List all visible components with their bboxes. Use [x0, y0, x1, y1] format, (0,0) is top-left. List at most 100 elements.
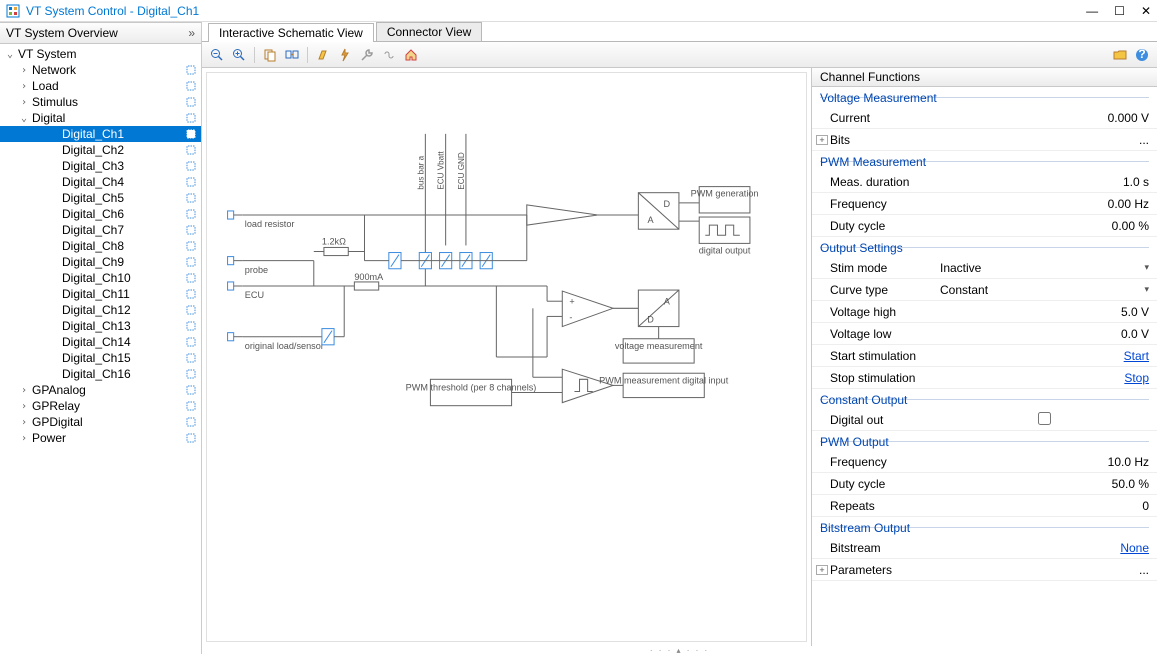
- module-indicator-icon: [185, 384, 197, 396]
- tree-spacer: ·: [48, 177, 60, 188]
- row-repeats[interactable]: Repeats0: [812, 495, 1157, 517]
- tree-item-digital-ch16[interactable]: ·Digital_Ch16: [0, 366, 201, 382]
- group-pwm-output: PWM Output: [812, 431, 1157, 451]
- zoom-out-icon[interactable]: [208, 46, 226, 64]
- tree-item-gpdigital[interactable]: ›GPDigital: [0, 414, 201, 430]
- tree-item-digital-ch3[interactable]: ·Digital_Ch3: [0, 158, 201, 174]
- zoom-in-icon[interactable]: [230, 46, 248, 64]
- row-out-frequency[interactable]: Frequency10.0 Hz: [812, 451, 1157, 473]
- chevron-right-icon[interactable]: ›: [18, 97, 30, 108]
- chevron-down-icon[interactable]: ⌄: [4, 49, 16, 60]
- svg-text:+: +: [569, 296, 574, 306]
- tab-connector-view[interactable]: Connector View: [376, 22, 483, 41]
- group-output-settings: Output Settings: [812, 237, 1157, 257]
- chevron-right-icon[interactable]: ›: [18, 417, 30, 428]
- tree-item-label: Digital_Ch8: [60, 239, 185, 253]
- schematic-canvas[interactable]: bus bar a ECU Vbatt ECU GND load resisto…: [206, 72, 807, 642]
- tree-item-digital-ch4[interactable]: ·Digital_Ch4: [0, 174, 201, 190]
- tree-spacer: ·: [48, 193, 60, 204]
- tree-item-label: Digital_Ch6: [60, 207, 185, 221]
- module-indicator-icon: [185, 64, 197, 76]
- chevron-right-icon[interactable]: ›: [18, 385, 30, 396]
- row-digital-out[interactable]: Digital out: [812, 409, 1157, 431]
- help-icon[interactable]: ?: [1133, 46, 1151, 64]
- chevron-right-icon[interactable]: ›: [18, 433, 30, 444]
- row-stim-mode[interactable]: Stim modeInactive▾: [812, 257, 1157, 279]
- tree-item-digital-ch15[interactable]: ·Digital_Ch15: [0, 350, 201, 366]
- minimize-button[interactable]: —: [1086, 4, 1098, 18]
- chevron-down-icon[interactable]: ⌄: [18, 113, 30, 124]
- bitstream-link[interactable]: None: [1120, 541, 1149, 555]
- start-link[interactable]: Start: [1124, 349, 1149, 363]
- module-indicator-icon: [185, 176, 197, 188]
- wrench-icon[interactable]: [358, 46, 376, 64]
- tree-item-label: Power: [30, 431, 185, 445]
- chevron-right-icon[interactable]: ›: [18, 65, 30, 76]
- tree-item-digital[interactable]: ⌄Digital: [0, 110, 201, 126]
- row-parameters[interactable]: +Parameters...: [812, 559, 1157, 581]
- tree-item-label: Digital_Ch11: [60, 287, 185, 301]
- row-voltage-low[interactable]: Voltage low0.0 V: [812, 323, 1157, 345]
- tree-item-digital-ch10[interactable]: ·Digital_Ch10: [0, 270, 201, 286]
- module-indicator-icon: [185, 320, 197, 332]
- module-indicator-icon: [185, 352, 197, 364]
- svg-text:PWM threshold (per 8 channels): PWM threshold (per 8 channels): [406, 382, 537, 392]
- tree-item-digital-ch14[interactable]: ·Digital_Ch14: [0, 334, 201, 350]
- tab-interactive-schematic-view[interactable]: Interactive Schematic View: [208, 23, 374, 42]
- tree-item-power[interactable]: ›Power: [0, 430, 201, 446]
- svg-text:?: ?: [1138, 48, 1145, 61]
- flash-icon[interactable]: [336, 46, 354, 64]
- row-meas-duration[interactable]: Meas. duration1.0 s: [812, 171, 1157, 193]
- folder-icon[interactable]: [1111, 46, 1129, 64]
- module-indicator-icon: [185, 368, 197, 380]
- row-bits[interactable]: +Bits...: [812, 129, 1157, 151]
- tree-item-gprelay[interactable]: ›GPRelay: [0, 398, 201, 414]
- tree-item-label: Digital_Ch12: [60, 303, 185, 317]
- chevron-right-icon[interactable]: ›: [18, 81, 30, 92]
- tree-item-vt-system[interactable]: ⌄VT System: [0, 46, 201, 62]
- row-out-duty[interactable]: Duty cycle50.0 %: [812, 473, 1157, 495]
- tree-item-digital-ch5[interactable]: ·Digital_Ch5: [0, 190, 201, 206]
- chevron-right-icon[interactable]: ›: [18, 401, 30, 412]
- expand-icon[interactable]: +: [816, 565, 828, 575]
- tree-item-stimulus[interactable]: ›Stimulus: [0, 94, 201, 110]
- svg-text:D: D: [647, 315, 654, 325]
- svg-text:ECU Vbatt: ECU Vbatt: [437, 151, 446, 190]
- tree-item-digital-ch12[interactable]: ·Digital_Ch12: [0, 302, 201, 318]
- tree-item-digital-ch2[interactable]: ·Digital_Ch2: [0, 142, 201, 158]
- schematic-toolbar: ?: [202, 42, 1157, 68]
- tree-item-label: Digital: [30, 111, 185, 125]
- tree-item-digital-ch13[interactable]: ·Digital_Ch13: [0, 318, 201, 334]
- row-curve-type[interactable]: Curve typeConstant▾: [812, 279, 1157, 301]
- collapse-icon[interactable]: »: [188, 26, 195, 40]
- tree-spacer: ·: [48, 369, 60, 380]
- home-icon[interactable]: [402, 46, 420, 64]
- module-indicator-icon: [185, 256, 197, 268]
- copy-icon[interactable]: [261, 46, 279, 64]
- maximize-button[interactable]: ☐: [1114, 4, 1125, 18]
- tree-item-network[interactable]: ›Network: [0, 62, 201, 78]
- tree-item-digital-ch8[interactable]: ·Digital_Ch8: [0, 238, 201, 254]
- tree-item-label: Stimulus: [30, 95, 185, 109]
- stop-link[interactable]: Stop: [1124, 371, 1149, 385]
- row-start-stimulation: Start stimulationStart: [812, 345, 1157, 367]
- tree-item-digital-ch11[interactable]: ·Digital_Ch11: [0, 286, 201, 302]
- tree-item-digital-ch9[interactable]: ·Digital_Ch9: [0, 254, 201, 270]
- tree-item-digital-ch7[interactable]: ·Digital_Ch7: [0, 222, 201, 238]
- tree-item-load[interactable]: ›Load: [0, 78, 201, 94]
- digital-out-checkbox[interactable]: [1038, 412, 1051, 425]
- tree-item-digital-ch1[interactable]: ·Digital_Ch1: [0, 126, 201, 142]
- link-icon[interactable]: [380, 46, 398, 64]
- transfer-icon[interactable]: [283, 46, 301, 64]
- tree-item-digital-ch6[interactable]: ·Digital_Ch6: [0, 206, 201, 222]
- module-indicator-icon: [185, 160, 197, 172]
- highlight-icon[interactable]: [314, 46, 332, 64]
- group-bitstream-output: Bitstream Output: [812, 517, 1157, 537]
- system-tree: ⌄VT System›Network›Load›Stimulus⌄Digital…: [0, 44, 201, 654]
- row-voltage-high[interactable]: Voltage high5.0 V: [812, 301, 1157, 323]
- tree-item-gpanalog[interactable]: ›GPAnalog: [0, 382, 201, 398]
- close-button[interactable]: ✕: [1141, 4, 1151, 18]
- split-handle[interactable]: · · · ▴ · · ·: [202, 646, 1157, 654]
- expand-icon[interactable]: +: [816, 135, 828, 145]
- row-bitstream: BitstreamNone: [812, 537, 1157, 559]
